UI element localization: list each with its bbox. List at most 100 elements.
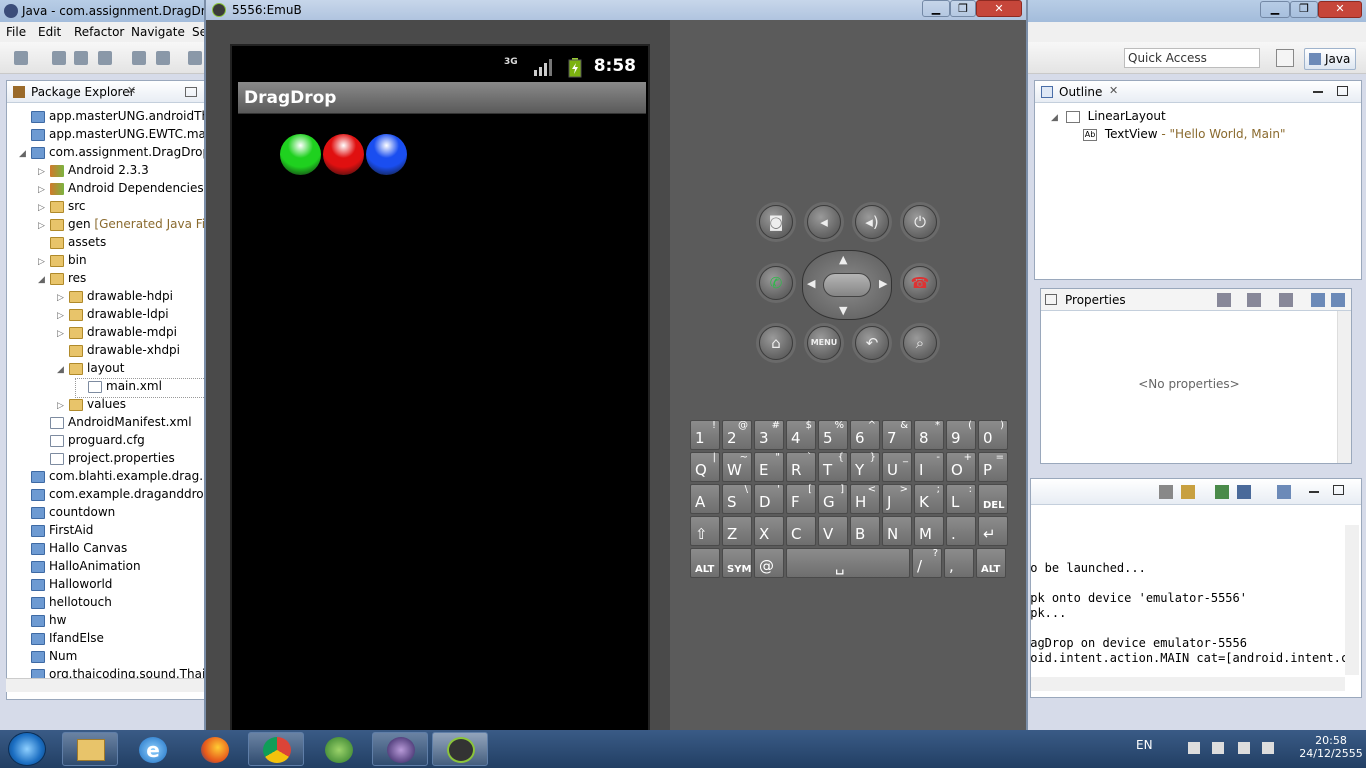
- back-button[interactable]: ↶: [855, 326, 889, 360]
- menu-file[interactable]: File: [6, 25, 26, 39]
- properties-scrollbar[interactable]: [1337, 311, 1351, 463]
- ie-taskbar-button[interactable]: e: [124, 732, 180, 766]
- key-alt[interactable]: ALT: [976, 548, 1006, 578]
- java-perspective-button[interactable]: Java: [1304, 48, 1356, 70]
- volume-up-button[interactable]: ◂): [855, 205, 889, 239]
- minimize-button[interactable]: ▁: [1260, 1, 1290, 18]
- firefox-taskbar-button[interactable]: [186, 732, 242, 766]
- key-n[interactable]: N: [882, 516, 912, 546]
- key-p[interactable]: P =: [978, 452, 1008, 482]
- tree-item[interactable]: com.example.draganddrop.: [19, 487, 209, 505]
- dpad-center-button[interactable]: [823, 273, 871, 297]
- print-icon[interactable]: [98, 51, 112, 65]
- dpad-right-icon[interactable]: ▶: [879, 277, 887, 290]
- expand-arrow-icon[interactable]: ◢: [1051, 113, 1058, 123]
- new-console-icon[interactable]: [1277, 485, 1291, 499]
- end-call-button[interactable]: ☎: [903, 266, 937, 300]
- search-button[interactable]: ⌕: [903, 326, 937, 360]
- key-v[interactable]: V: [818, 516, 848, 546]
- expand-icon[interactable]: [1311, 293, 1325, 307]
- call-button[interactable]: ✆: [759, 266, 793, 300]
- menu-edit[interactable]: Edit: [38, 25, 61, 39]
- key-t[interactable]: T{: [818, 452, 848, 482]
- tree-item[interactable]: IfandElse: [19, 631, 209, 649]
- key-r[interactable]: R `: [786, 452, 816, 482]
- console-hscrollbar[interactable]: [1031, 677, 1345, 691]
- tray-clock[interactable]: 20:58 24/12/2555: [1296, 734, 1366, 760]
- key-d[interactable]: D ': [754, 484, 784, 514]
- clear-console-icon[interactable]: [1159, 485, 1173, 499]
- console-vscrollbar[interactable]: [1345, 525, 1359, 675]
- run-config-icon[interactable]: [156, 51, 170, 65]
- tree-item[interactable]: app.masterUNG.androidTha: [19, 109, 209, 127]
- key-k[interactable]: K;: [914, 484, 944, 514]
- tree-item[interactable]: assets: [38, 235, 209, 253]
- key-7[interactable]: 7 &: [882, 420, 912, 450]
- volume-down-button[interactable]: ◂: [807, 205, 841, 239]
- save-all-icon[interactable]: [74, 51, 88, 65]
- key-/[interactable]: /?: [912, 548, 942, 578]
- tree-item[interactable]: ◢ res: [38, 271, 209, 289]
- menu-button[interactable]: MENU: [807, 326, 841, 360]
- network-icon[interactable]: [1238, 742, 1250, 754]
- sort-icon[interactable]: [1247, 293, 1261, 307]
- emulator-close-button[interactable]: ✕: [976, 0, 1022, 17]
- tree-item[interactable]: ◢ com.assignment.DragDrop.l: [19, 145, 209, 163]
- eclipse-taskbar-button[interactable]: [372, 732, 428, 766]
- package-explorer-scrollbar[interactable]: [6, 678, 204, 692]
- camera-button[interactable]: ◙: [759, 205, 793, 239]
- key-@[interactable]: @: [754, 548, 784, 578]
- flag-icon[interactable]: [1188, 742, 1200, 754]
- key-w[interactable]: W ~: [722, 452, 752, 482]
- maximize-view-icon[interactable]: [1337, 86, 1348, 96]
- close-button[interactable]: ✕: [1318, 1, 1362, 18]
- language-indicator[interactable]: EN: [1136, 738, 1153, 752]
- console-output[interactable]: to be launched... apk onto device 'emula…: [1031, 505, 1345, 679]
- quick-access-input[interactable]: Quick Access: [1124, 48, 1260, 68]
- collapse-icon[interactable]: [1331, 293, 1345, 307]
- expand-arrow-icon[interactable]: ▷: [38, 185, 50, 195]
- key-i[interactable]: I-: [914, 452, 944, 482]
- key-,[interactable]: ,: [944, 548, 974, 578]
- key-y[interactable]: Y}: [850, 452, 880, 482]
- expand-arrow-icon[interactable]: ◢: [38, 275, 50, 285]
- maximize-view-icon[interactable]: [1333, 485, 1344, 495]
- chrome-taskbar-button[interactable]: [248, 732, 304, 766]
- tree-item[interactable]: Hallo Canvas: [19, 541, 209, 559]
- tree-item[interactable]: countdown: [19, 505, 209, 523]
- red-ball[interactable]: [323, 134, 364, 175]
- key-x[interactable]: X: [754, 516, 784, 546]
- tree-item[interactable]: project.properties: [38, 451, 209, 469]
- network-app-taskbar-button[interactable]: [310, 732, 366, 766]
- key-4[interactable]: 4 $: [786, 420, 816, 450]
- tree-item[interactable]: ▷ bin: [38, 253, 209, 271]
- tree-item[interactable]: app.masterUNG.EWTC.mast: [19, 127, 209, 145]
- lock-icon[interactable]: [1181, 485, 1195, 499]
- tree-item[interactable]: ▷ gen [Generated Java File: [38, 217, 209, 235]
- expand-arrow-icon[interactable]: ▷: [38, 221, 50, 231]
- key-8[interactable]: 8 *: [914, 420, 944, 450]
- tree-item[interactable]: HalloAnimation: [19, 559, 209, 577]
- key-sym[interactable]: SYM: [722, 548, 752, 578]
- save-icon[interactable]: [52, 51, 66, 65]
- volume-icon[interactable]: [1262, 742, 1274, 754]
- key-o[interactable]: O +: [946, 452, 976, 482]
- key-f[interactable]: F[: [786, 484, 816, 514]
- maximize-button[interactable]: ❐: [1290, 1, 1318, 18]
- key-q[interactable]: Q |: [690, 452, 720, 482]
- explorer-taskbar-button[interactable]: [62, 732, 118, 766]
- display-console-icon[interactable]: [1237, 485, 1251, 499]
- tree-item[interactable]: ▷ drawable-ldpi: [57, 307, 209, 325]
- expand-arrow-icon[interactable]: ◢: [19, 149, 31, 159]
- key-e[interactable]: E ": [754, 452, 784, 482]
- expand-arrow-icon[interactable]: ▷: [57, 329, 69, 339]
- blue-ball[interactable]: [366, 134, 407, 175]
- expand-arrow-icon[interactable]: ◢: [57, 365, 69, 375]
- menu-refactor[interactable]: Refactor: [74, 25, 124, 39]
- tree-item[interactable]: Num: [19, 649, 209, 667]
- emulator-maximize-button[interactable]: ❐: [950, 0, 976, 17]
- emulator-taskbar-button[interactable]: [432, 732, 488, 766]
- tree-item[interactable]: ▷ values: [57, 397, 209, 415]
- outline-root-row[interactable]: ◢ LinearLayout: [1051, 109, 1166, 123]
- download-icon[interactable]: [132, 51, 146, 65]
